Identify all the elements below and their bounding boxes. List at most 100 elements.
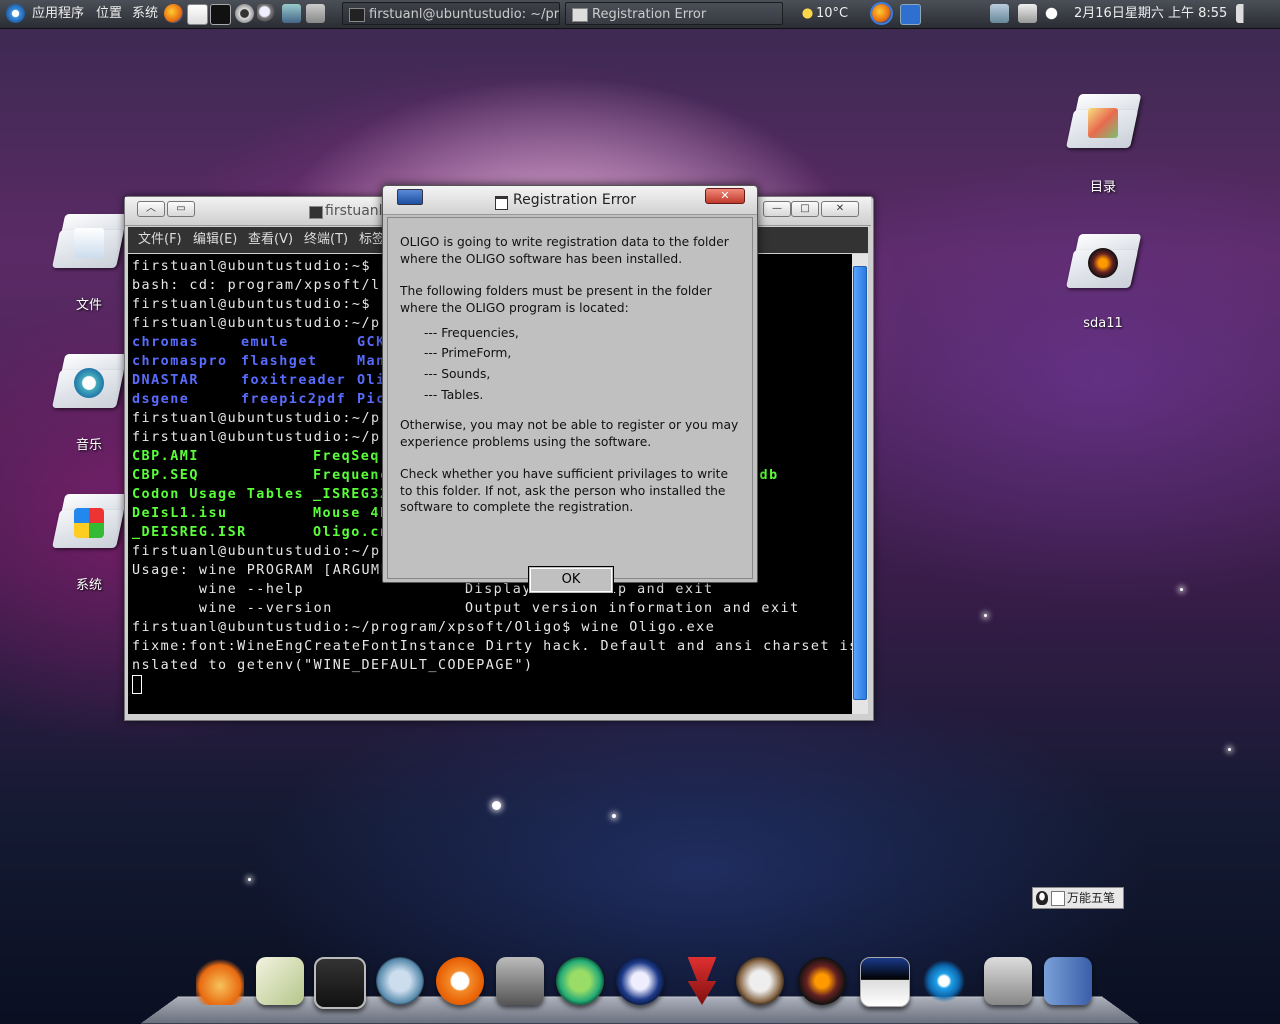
download-icon[interactable] [616, 957, 664, 1005]
ime-mode-icon [1051, 891, 1065, 906]
firefox-launcher-icon[interactable] [870, 2, 893, 25]
star [984, 614, 987, 617]
dialog-window-icon [495, 196, 508, 210]
ok-button[interactable]: OK [528, 566, 614, 594]
menu-view[interactable]: 查看(V) [248, 227, 293, 253]
dialog-close-button[interactable]: ✕ [705, 188, 745, 204]
hard-disk-icon[interactable] [984, 957, 1032, 1005]
taskbar-terminal[interactable]: firstuanl@ubuntustudio: ~/pr... [342, 2, 560, 25]
volume-icon[interactable] [1236, 4, 1255, 23]
weather-sun-icon[interactable] [798, 4, 817, 23]
text-editor-icon[interactable] [187, 4, 208, 25]
folder-dock-icon[interactable] [1044, 957, 1092, 1005]
terminal-line: firstuanl@ubuntustudio:~/pro [132, 316, 400, 331]
dialog-titlebar[interactable]: Registration Error ✕ [383, 186, 757, 215]
terminal-cursor [132, 675, 142, 694]
taskbar-registration-error[interactable]: Registration Error [565, 2, 783, 25]
ls-dir-entry: freepic2pdf [241, 392, 347, 407]
top-panel: 应用程序 位置 系统 firstuanl@ubuntustudio: ~/pr.… [0, 0, 1280, 29]
ls-dir-entry: dsgene [132, 392, 190, 407]
folder-drive-icon [1065, 228, 1142, 290]
menu-applications[interactable]: 应用程序 [32, 0, 84, 28]
clock-datetime[interactable]: 2月16日星期六 上午 8:55 [1074, 0, 1227, 28]
folder-windows-icon [51, 488, 128, 550]
fox-app-icon[interactable] [196, 957, 244, 1005]
ls-file-entry: CBP.SEQ [132, 468, 199, 483]
registration-error-dialog[interactable]: Registration Error ✕ OLIGO is going to w… [382, 185, 758, 594]
workspace-switcher-icon[interactable] [900, 4, 921, 25]
desktop-icon-label: sda11 [1083, 316, 1123, 331]
ls-file-entry: Mouse 4E [313, 506, 390, 521]
ls-dir-entry: foxitreader [241, 373, 347, 388]
butterfly-app-icon[interactable] [436, 957, 484, 1005]
dialog-body: OLIGO is going to write registration dat… [387, 217, 753, 594]
chat-icon[interactable] [1042, 4, 1061, 23]
menu-system[interactable]: 系统 [132, 0, 158, 28]
ls-file-entry: Oligo.cn [313, 525, 390, 540]
close-button[interactable]: ✕ [821, 201, 859, 217]
drive-launcher-icon[interactable] [798, 957, 846, 1005]
calendar-globe-icon[interactable] [556, 957, 604, 1005]
folder-list-item: --- Sounds, [424, 367, 491, 381]
ubuntustudio-dock-icon[interactable] [920, 957, 968, 1005]
terminal-line: wine --help [132, 582, 305, 597]
folder-pictures-icon [1065, 88, 1142, 150]
menu-edit[interactable]: 编辑(E) [193, 227, 237, 253]
menu-file[interactable]: 文件(F) [138, 227, 182, 253]
star [1228, 748, 1231, 751]
ls-file-entry: DeIsL1.isu [132, 506, 228, 521]
network-icon[interactable] [990, 4, 1009, 23]
ls-file-entry: Frequenc [313, 468, 390, 483]
terminal-window-icon [309, 206, 323, 219]
window-icon [572, 8, 588, 22]
scrollbar-thumb[interactable] [853, 266, 867, 700]
terminal-line: firstuanl@ubuntustudio:~/pro [132, 411, 400, 426]
dialog-paragraph: OLIGO is going to write registration dat… [400, 235, 729, 266]
menu-terminal[interactable]: 终端(T) [304, 227, 348, 253]
terminal-line: firstuanl@ubuntustudio:~/program/xpsoft/… [132, 620, 716, 635]
ls-dir-entry: DNASTAR [132, 373, 199, 388]
input-method-indicator[interactable]: 万能五笔 [1032, 887, 1124, 909]
system-monitor-dock-icon[interactable] [314, 957, 366, 1009]
terminal-icon[interactable] [210, 4, 231, 25]
ime-label: 万能五笔 [1067, 891, 1116, 905]
folder-documents-icon [51, 208, 128, 270]
menu-places[interactable]: 位置 [96, 0, 122, 28]
minimize-button[interactable]: — [763, 201, 791, 217]
notes-icon[interactable] [256, 957, 304, 1005]
maximize-button[interactable]: □ [791, 201, 819, 217]
pin-button[interactable]: ▭ [167, 201, 195, 217]
music-player-icon[interactable] [376, 957, 424, 1005]
window-list-icon[interactable] [496, 957, 544, 1005]
terminal-scrollbar[interactable] [852, 254, 868, 714]
ls-file-entry: _DEISREG.ISR [132, 525, 247, 540]
ls-dir-entry: flashget [241, 354, 318, 369]
ls-dir-entry: chromas [132, 335, 199, 350]
firefox-icon[interactable] [164, 4, 183, 23]
screenshot-icon[interactable] [282, 4, 301, 23]
ls-file-entry: Codon Usage Tables [132, 487, 305, 502]
window-icon [349, 8, 365, 22]
folder-list-item: --- PrimeForm, [424, 346, 512, 360]
desktop-icon-sda11[interactable]: sda11 [1048, 228, 1158, 331]
mule-icon[interactable] [736, 957, 784, 1005]
screen-display-icon[interactable] [860, 957, 910, 1007]
terminal-line: bash: cd: program/xpsoft/ls: [132, 278, 400, 293]
folder-list-item: --- Tables. [424, 388, 484, 402]
desktop-icon-directory[interactable]: 目录 [1048, 88, 1158, 195]
terminal-line: nslated to getenv("WINE_DEFAULT_CODEPAGE… [132, 658, 534, 673]
trash-icon[interactable] [1018, 4, 1037, 23]
record-icon[interactable] [235, 4, 254, 23]
ubuntustudio-logo-icon[interactable] [6, 4, 25, 23]
shade-button[interactable]: ︿ [137, 201, 165, 217]
penguin-icon [1036, 891, 1048, 905]
terminal-line: wine --version [132, 601, 333, 616]
ls-dir-entry: chromaspro [132, 354, 228, 369]
search-icon[interactable] [257, 4, 276, 23]
weather-temperature[interactable]: 10°C [816, 0, 848, 28]
ls-dir-entry: emule [241, 335, 289, 350]
star [1180, 588, 1183, 591]
dialog-title: Registration Error [513, 192, 636, 208]
system-monitor-icon[interactable] [306, 4, 325, 23]
star [492, 801, 501, 810]
